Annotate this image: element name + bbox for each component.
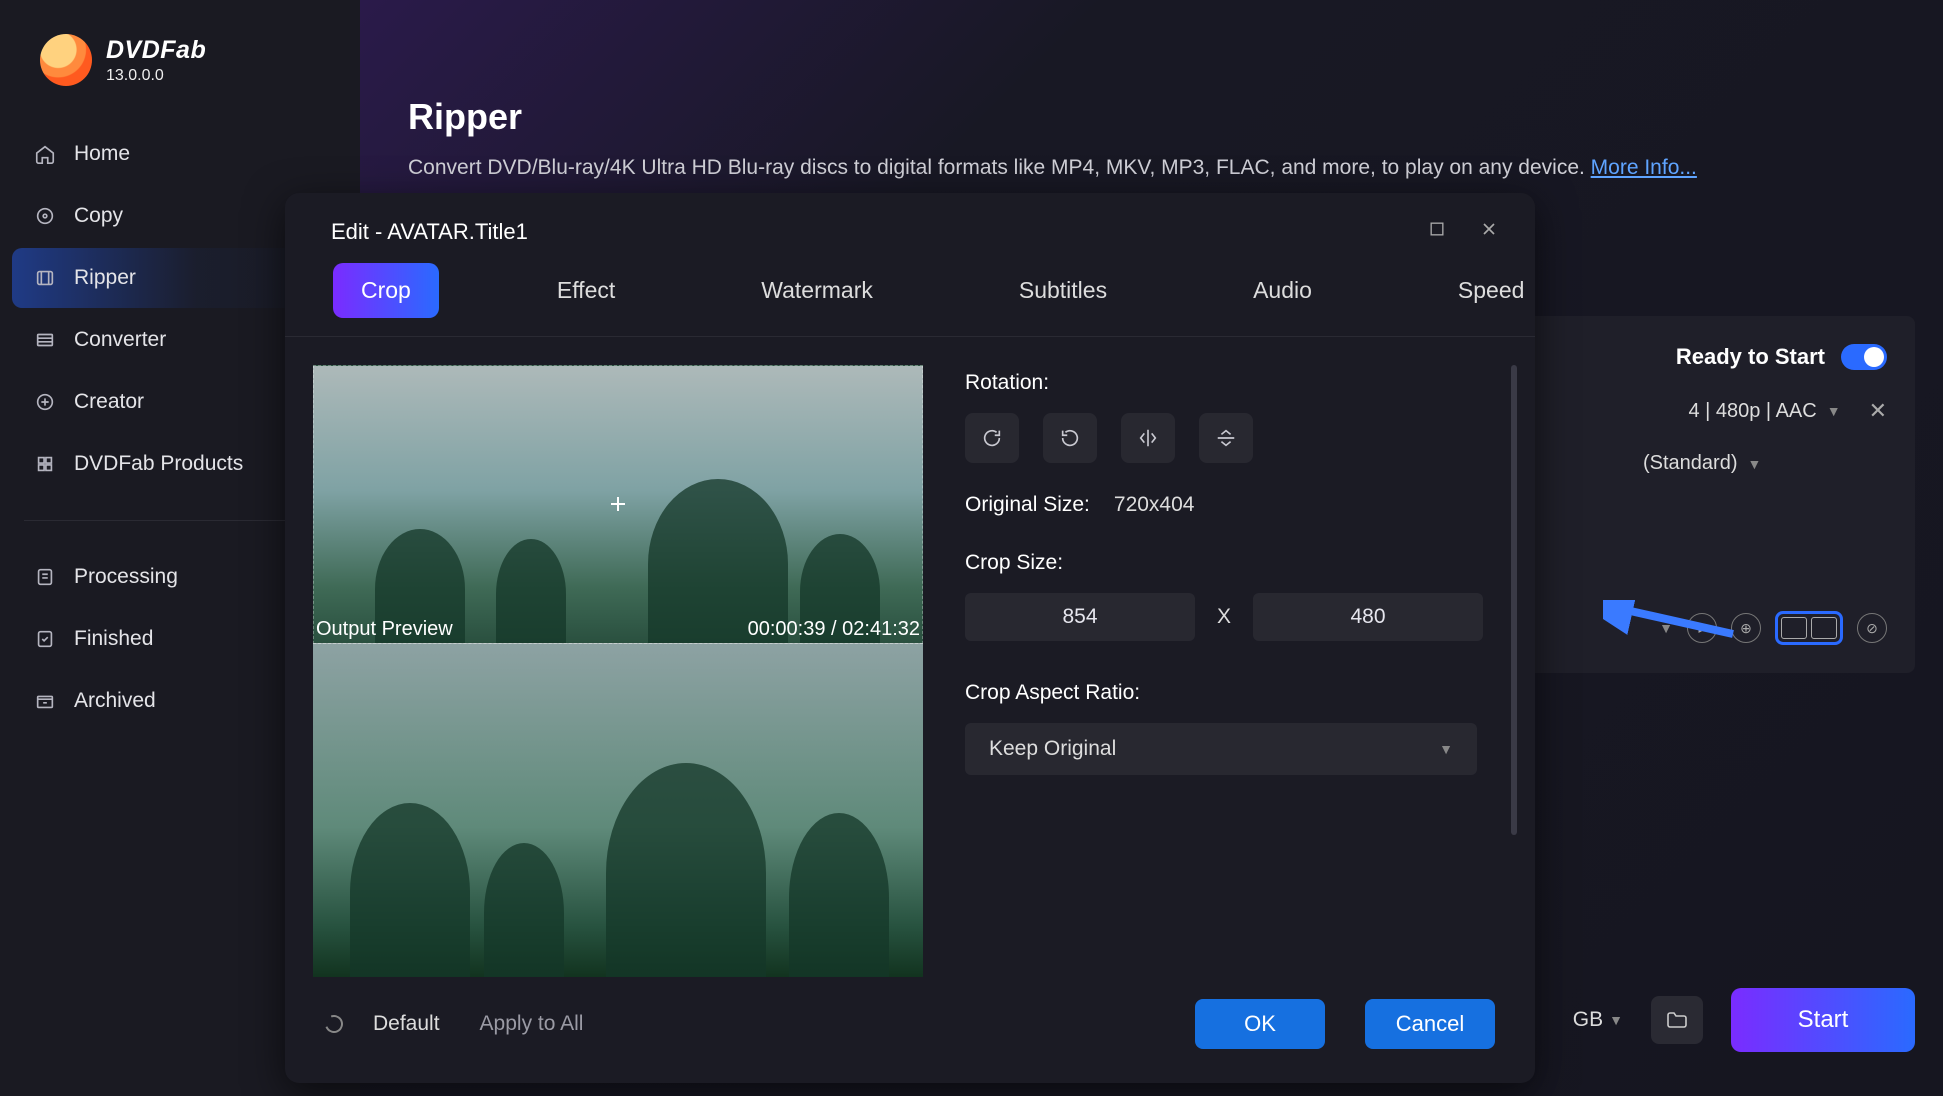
default-button[interactable]: Default — [373, 1012, 440, 1036]
sidebar-item-label: DVDFab Products — [74, 452, 243, 476]
chevron-down-icon[interactable]: ▼ — [1827, 403, 1841, 419]
preview-label: Output Preview — [316, 618, 453, 641]
brand-logo-icon — [40, 34, 92, 86]
tab-speed[interactable]: Speed — [1430, 263, 1553, 318]
sidebar-item-label: Creator — [74, 390, 144, 414]
chevron-down-icon[interactable]: ▼ — [1748, 456, 1762, 472]
rotate-ccw-button[interactable] — [1043, 413, 1097, 463]
tab-audio[interactable]: Audio — [1225, 263, 1340, 318]
format-label: 4 | 480p | AAC — [1688, 400, 1816, 423]
original-size-label: Original Size: — [965, 493, 1090, 517]
remove-icon[interactable]: ⊘ — [1857, 613, 1887, 643]
sidebar-item-label: Archived — [74, 689, 156, 713]
apply-to-all-button[interactable]: Apply to All — [480, 1012, 584, 1036]
page-title: Ripper — [408, 96, 1895, 138]
edit-modal: Edit - AVATAR.Title1 Crop Effect Waterma… — [285, 193, 1535, 1083]
start-button-label: Start — [1798, 1006, 1849, 1034]
cancel-label: Cancel — [1396, 1011, 1464, 1037]
ok-button[interactable]: OK — [1195, 999, 1325, 1049]
aspect-ratio-value: Keep Original — [989, 737, 1116, 761]
brand-name: DVDFab — [106, 36, 206, 65]
sidebar-item-label: Processing — [74, 565, 178, 589]
brand-version: 13.0.0.0 — [106, 67, 206, 85]
preview-column: Output Preview 00:00:39 / 02:41:32 — [313, 365, 923, 977]
tab-label: Watermark — [761, 277, 873, 303]
tab-watermark[interactable]: Watermark — [733, 263, 901, 318]
preview-source[interactable]: Output Preview 00:00:39 / 02:41:32 — [313, 365, 923, 644]
preview-output[interactable] — [313, 644, 923, 977]
cancel-button[interactable]: Cancel — [1365, 999, 1495, 1049]
chevron-down-icon: ▼ — [1609, 1012, 1623, 1028]
crop-center-icon — [611, 497, 625, 511]
modal-tabs: Crop Effect Watermark Subtitles Audio Sp… — [285, 263, 1535, 337]
archived-icon — [34, 690, 56, 712]
home-icon — [34, 143, 56, 165]
page-description: Convert DVD/Blu-ray/4K Ultra HD Blu-ray … — [408, 156, 1895, 180]
original-size-value: 720x404 — [1114, 493, 1195, 517]
main-header: Ripper Convert DVD/Blu-ray/4K Ultra HD B… — [360, 0, 1943, 204]
sidebar-item-label: Copy — [74, 204, 123, 228]
time-current: 00:00:39 — [748, 618, 826, 640]
modal-close-icon[interactable] — [1479, 219, 1499, 245]
output-size-dropdown[interactable]: GB ▼ — [1573, 1008, 1623, 1032]
brand: DVDFab 13.0.0.0 — [0, 18, 360, 118]
sidebar-item-home[interactable]: Home — [12, 124, 348, 184]
start-button[interactable]: Start — [1731, 988, 1915, 1052]
tab-label: Speed — [1458, 277, 1525, 303]
chevron-down-icon: ▼ — [1439, 741, 1453, 757]
processing-icon — [34, 566, 56, 588]
more-info-link[interactable]: More Info... — [1591, 156, 1697, 179]
aspect-ratio-label: Crop Aspect Ratio: — [965, 681, 1483, 705]
tab-label: Effect — [557, 277, 615, 303]
time-total: 02:41:32 — [842, 618, 920, 640]
modal-title: Edit - AVATAR.Title1 — [331, 219, 528, 245]
crop-height-input[interactable] — [1253, 593, 1483, 641]
output-folder-button[interactable] — [1651, 996, 1703, 1044]
flip-horizontal-button[interactable] — [1121, 413, 1175, 463]
converter-icon — [34, 329, 56, 351]
flip-vertical-button[interactable] — [1199, 413, 1253, 463]
reset-icon[interactable] — [322, 1012, 346, 1036]
remove-item-icon[interactable]: ✕ — [1869, 398, 1887, 424]
rotate-cw-button[interactable] — [965, 413, 1019, 463]
products-icon — [34, 453, 56, 475]
tab-effect[interactable]: Effect — [529, 263, 643, 318]
bottom-bar: GB ▼ Start — [1573, 988, 1915, 1052]
edit-highlight-icon[interactable] — [1775, 611, 1843, 645]
sidebar-item-label: Ripper — [74, 266, 136, 290]
scrollbar[interactable] — [1511, 365, 1517, 835]
tab-subtitles[interactable]: Subtitles — [991, 263, 1135, 318]
crop-controls: Rotation: Original Size: 720x404 Crop Si… — [937, 365, 1517, 977]
page-description-text: Convert DVD/Blu-ray/4K Ultra HD Blu-ray … — [408, 156, 1591, 179]
creator-icon — [34, 391, 56, 413]
tab-label: Subtitles — [1019, 277, 1107, 303]
aspect-ratio-dropdown[interactable]: Keep Original ▼ — [965, 723, 1477, 775]
finished-icon — [34, 628, 56, 650]
quality-label: (Standard) — [1643, 452, 1738, 475]
annotation-arrow-icon — [1603, 600, 1743, 640]
tab-label: Crop — [361, 277, 411, 303]
tab-crop[interactable]: Crop — [333, 263, 439, 318]
sidebar-item-label: Home — [74, 142, 130, 166]
preview-time: 00:00:39 / 02:41:32 — [748, 618, 920, 641]
output-size-label: GB — [1573, 1008, 1603, 1032]
tab-label: Audio — [1253, 277, 1312, 303]
copy-icon — [34, 205, 56, 227]
ready-toggle[interactable] — [1841, 344, 1887, 370]
ok-label: OK — [1244, 1011, 1276, 1037]
ready-label: Ready to Start — [1676, 344, 1825, 370]
crop-width-input[interactable] — [965, 593, 1195, 641]
crop-size-label: Crop Size: — [965, 551, 1483, 575]
modal-maximize-icon[interactable] — [1427, 219, 1447, 245]
size-separator: X — [1217, 605, 1231, 629]
sidebar-item-label: Converter — [74, 328, 166, 352]
rotation-label: Rotation: — [965, 371, 1483, 395]
sidebar-item-label: Finished — [74, 627, 153, 651]
ripper-icon — [34, 267, 56, 289]
